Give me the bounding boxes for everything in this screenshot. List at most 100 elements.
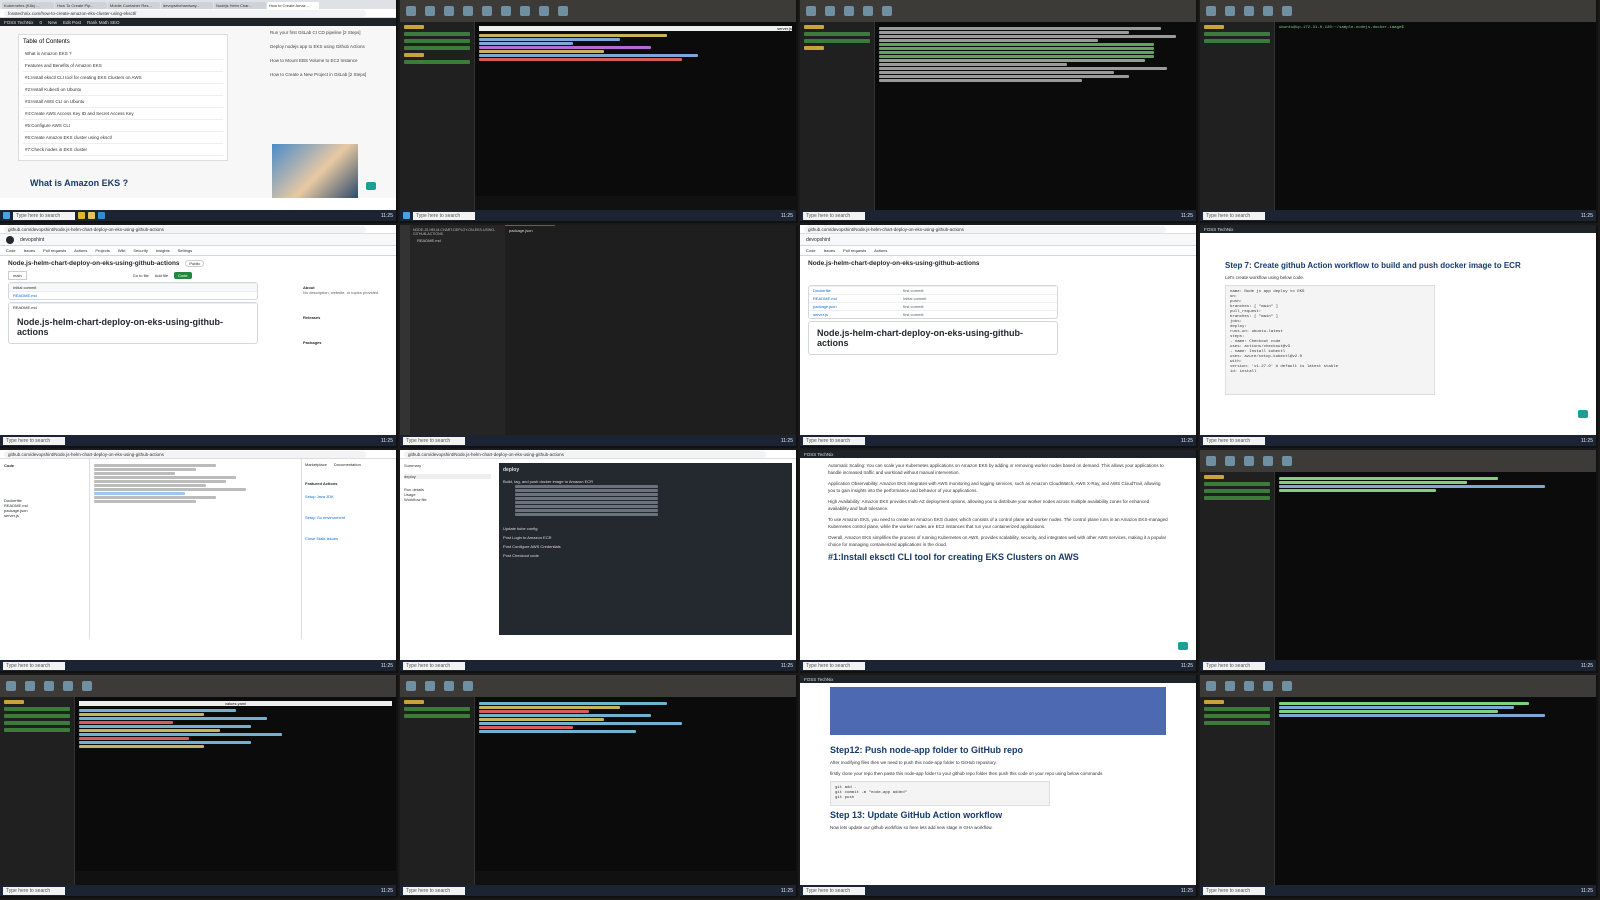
terminal-area[interactable]: values.yaml (0, 697, 396, 885)
taskbar-search[interactable]: Type here to search (803, 886, 865, 895)
sessions-icon[interactable] (425, 681, 435, 691)
file-row[interactable]: server.js first commit (809, 310, 1057, 318)
taskbar-search[interactable]: Type here to search (403, 661, 465, 670)
terminal-icon[interactable] (806, 6, 816, 16)
code-block[interactable]: name: Node js app deploy to EKS on: push:… (1225, 285, 1435, 395)
url-field[interactable]: github.com/devopshint/Node.js-helm-chart… (404, 450, 766, 458)
terminal-output[interactable] (875, 22, 1196, 210)
file-row[interactable]: Dockerfile first commit (809, 286, 1057, 294)
terminal-area[interactable]: ubuntu@ip-172-31-0-120:~/sample-nodejs-d… (1200, 22, 1596, 210)
vscode-icon[interactable] (98, 212, 105, 219)
toc-item[interactable]: #3:Install AWS CLI on Ubuntu (23, 96, 223, 108)
taskbar-search[interactable]: Type here to search (3, 661, 65, 670)
wp-rankmath-link[interactable]: Rank Math SEO (87, 20, 120, 25)
browser-tab[interactable]: Kubernetes (K8s) ... (2, 2, 54, 9)
github-logo-icon[interactable] (6, 235, 14, 244)
taskbar-search[interactable]: Type here to search (3, 886, 65, 895)
file-row[interactable]: README.md Initial commit (809, 294, 1057, 302)
tab-marketplace[interactable]: Marketplace (305, 462, 327, 467)
explorer-icon[interactable] (88, 212, 95, 219)
wp-site-link[interactable]: FOSS TechNix (4, 20, 33, 25)
scroll-top-button[interactable] (1578, 410, 1588, 418)
browser-tab[interactable]: How To Create Pip... (55, 2, 107, 9)
tab-wiki[interactable]: Wiki (118, 248, 126, 253)
related-post-link[interactable]: How to Create a New Project in GitLab [2… (270, 72, 370, 78)
editor-tab[interactable]: package.json (505, 225, 555, 235)
tab-code[interactable]: Code (6, 248, 16, 253)
url-field[interactable]: fosstechnix.com/how-to-create-amazon-eks… (4, 9, 366, 17)
url-field[interactable]: github.com/devopshint/Node.js-helm-chart… (804, 225, 1166, 233)
related-post-link[interactable]: Run your first GitLab CI CD pipeline [2 … (270, 30, 370, 36)
toc-item[interactable]: #7:Check nodes in EKS cluster (23, 144, 223, 156)
wp-site-link[interactable]: FOSS TechNix (804, 452, 833, 457)
tab-issues[interactable]: Issues (24, 248, 36, 253)
terminal-output[interactable]: server.js (475, 22, 796, 210)
tools-icon[interactable] (1263, 456, 1273, 466)
wp-site-link[interactable]: FOSS TechNix (804, 677, 833, 682)
file-tree-item[interactable]: server.js (4, 513, 85, 518)
taskbar-search[interactable]: Type here to search (803, 211, 865, 220)
windows-start-icon[interactable] (3, 212, 10, 219)
file-row[interactable]: README.md (9, 291, 257, 299)
taskbar-search[interactable]: Type here to search (3, 436, 65, 445)
terminal-icon[interactable] (1206, 6, 1216, 16)
chrome-icon[interactable] (78, 212, 85, 219)
browser-tab[interactable]: devopsthehardway... (161, 2, 213, 9)
job-step[interactable]: Post Configure AWS Credentials (503, 544, 788, 549)
toc-item[interactable]: #6:Create Amazon EKS cluster using eksct… (23, 132, 223, 144)
sidebar-job[interactable]: deploy (404, 474, 491, 479)
org-name[interactable]: devopshint (806, 237, 830, 243)
windows-start-icon[interactable] (403, 212, 410, 219)
tab-actions[interactable]: Actions (74, 248, 87, 253)
settings-icon[interactable] (882, 6, 892, 16)
sidebar-summary[interactable]: Summary (404, 463, 491, 468)
wp-site-link[interactable]: FOSS TechNix (1204, 227, 1233, 232)
tools-icon[interactable] (463, 681, 473, 691)
terminal-output[interactable] (1275, 697, 1596, 885)
terminal-icon[interactable] (406, 681, 416, 691)
explorer-root[interactable]: NODE-JS-HELM-CHART-DEPLOY-ON-EKS-USING-G… (413, 228, 502, 236)
tab-pull-requests[interactable]: Pull requests (43, 248, 66, 253)
terminal-output[interactable] (475, 697, 796, 885)
settings-icon[interactable] (1282, 6, 1292, 16)
help-icon[interactable] (558, 6, 568, 16)
repo-name[interactable]: Node.js-helm-chart-deploy-on-eks-using-g… (800, 256, 1196, 271)
sessions-icon[interactable] (425, 6, 435, 16)
settings-icon[interactable] (1282, 681, 1292, 691)
tools-icon[interactable] (63, 681, 73, 691)
taskbar-search[interactable]: Type here to search (1203, 886, 1265, 895)
tab-code[interactable]: Code (806, 248, 816, 253)
taskbar-search[interactable]: Type here to search (403, 436, 465, 445)
taskbar-search[interactable]: Type here to search (1203, 661, 1265, 670)
tab-issues[interactable]: Issues (824, 248, 836, 253)
tools-icon[interactable] (482, 6, 492, 16)
tab-actions[interactable]: Actions (874, 248, 887, 253)
wp-edit-post-link[interactable]: Edit Post (63, 20, 81, 25)
editor-area[interactable]: package.json (505, 225, 796, 435)
ad-image[interactable] (272, 144, 358, 198)
browser-tab[interactable]: Nodejs Helm Char... (214, 2, 266, 9)
terminal-output[interactable]: values.yaml (75, 697, 396, 885)
sessions-icon[interactable] (825, 6, 835, 16)
action-item[interactable]: Close Stale Issues (305, 536, 393, 541)
go-to-file-button[interactable]: Go to file (133, 273, 149, 278)
tab-insights[interactable]: Insights (156, 248, 170, 253)
browser-tab[interactable]: Mobile Container Res... (108, 2, 160, 9)
view-icon[interactable] (444, 681, 454, 691)
terminal-area[interactable] (1200, 697, 1596, 885)
tab-settings[interactable]: Settings (178, 248, 192, 253)
settings-icon[interactable] (1282, 456, 1292, 466)
job-step[interactable]: Post Checkout code (503, 553, 788, 558)
job-step[interactable]: Post Login to Amazon ECR (503, 535, 788, 540)
url-field[interactable]: github.com/devopshint/Node.js-helm-chart… (4, 225, 366, 233)
terminal-area[interactable] (400, 697, 796, 885)
action-item[interactable]: Setup Go environment (305, 515, 393, 520)
terminal-icon[interactable] (1206, 456, 1216, 466)
file-row[interactable]: package.json first commit (809, 302, 1057, 310)
taskbar-search[interactable]: Type here to search (1203, 211, 1265, 220)
related-post-link[interactable]: How to Mount EBS Volume to EC2 Instance (270, 58, 370, 64)
wp-new-link[interactable]: New (48, 20, 57, 25)
view-icon[interactable] (444, 6, 454, 16)
url-field[interactable]: github.com/devopshint/Node.js-helm-chart… (4, 450, 366, 458)
job-step-expanded[interactable]: Build, tag, and push docker image to Ama… (503, 479, 788, 484)
